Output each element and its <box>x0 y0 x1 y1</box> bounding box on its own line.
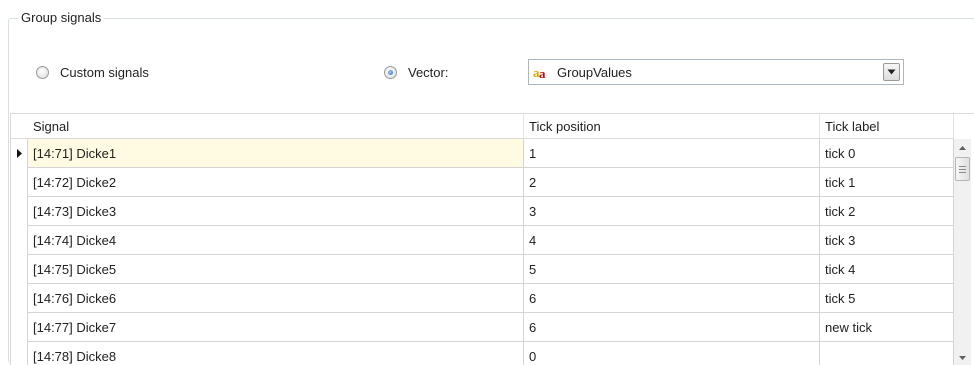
cell-signal[interactable]: [14:77] Dicke7 <box>28 313 524 342</box>
row-header[interactable] <box>11 342 28 365</box>
cell-tick-position[interactable]: 0 <box>524 342 820 365</box>
cell-tick-label[interactable] <box>820 342 954 365</box>
custom-signals-label: Custom signals <box>60 64 149 80</box>
signals-grid: Signal Tick position Tick label [14:71] … <box>10 113 974 365</box>
cell-signal[interactable]: [14:78] Dicke8 <box>28 342 524 365</box>
table-row[interactable]: [14:72] Dicke2 2 tick 1 <box>11 168 965 197</box>
column-header-signal[interactable]: Signal <box>28 114 524 139</box>
chevron-down-icon[interactable] <box>883 63 900 81</box>
vector-select-value: GroupValues <box>557 64 632 80</box>
table-row[interactable]: [14:74] Dicke4 4 tick 3 <box>11 226 965 255</box>
column-header-tick-position[interactable]: Tick position <box>524 114 820 139</box>
cell-signal[interactable]: [14:76] Dicke6 <box>28 284 524 313</box>
variable-icon: a a <box>533 64 549 80</box>
cell-tick-label[interactable]: tick 0 <box>820 139 954 168</box>
vector-radio[interactable]: Vector: <box>384 62 448 82</box>
cell-tick-label[interactable]: tick 4 <box>820 255 954 284</box>
cell-tick-label[interactable]: tick 3 <box>820 226 954 255</box>
cell-tick-position[interactable]: 5 <box>524 255 820 284</box>
row-header[interactable] <box>11 226 28 255</box>
cell-tick-position[interactable]: 4 <box>524 226 820 255</box>
scroll-thumb[interactable] <box>955 157 970 181</box>
cell-signal[interactable]: [14:74] Dicke4 <box>28 226 524 255</box>
table-row[interactable]: [14:73] Dicke3 3 tick 2 <box>11 197 965 226</box>
cell-tick-position[interactable]: 3 <box>524 197 820 226</box>
custom-signals-radio[interactable]: Custom signals <box>36 62 149 82</box>
cell-signal[interactable]: [14:71] Dicke1 <box>28 139 524 168</box>
table-row[interactable]: [14:75] Dicke5 5 tick 4 <box>11 255 965 284</box>
cell-signal[interactable]: [14:75] Dicke5 <box>28 255 524 284</box>
vector-label: Vector: <box>408 64 449 80</box>
current-row-icon <box>16 149 22 158</box>
vector-select[interactable]: a a GroupValues <box>528 59 904 85</box>
cell-tick-label[interactable]: tick 1 <box>820 168 954 197</box>
svg-text:a: a <box>539 66 546 80</box>
vector-radio-icon[interactable] <box>384 65 397 79</box>
table-row[interactable]: [14:77] Dicke7 6 new tick <box>11 313 965 342</box>
custom-signals-radio-icon[interactable] <box>36 65 49 79</box>
scroll-up-icon[interactable] <box>954 139 971 156</box>
cell-tick-position[interactable]: 6 <box>524 284 820 313</box>
row-header[interactable] <box>11 313 28 342</box>
cell-tick-position[interactable]: 1 <box>524 139 820 168</box>
row-header[interactable] <box>11 255 28 284</box>
cell-signal[interactable]: [14:73] Dicke3 <box>28 197 524 226</box>
vertical-scrollbar[interactable] <box>954 139 971 365</box>
row-header[interactable] <box>11 197 28 226</box>
group-signals-title: Group signals <box>18 10 105 25</box>
cell-signal[interactable]: [14:72] Dicke2 <box>28 168 524 197</box>
cell-tick-label[interactable]: tick 5 <box>820 284 954 313</box>
grid-header: Signal Tick position Tick label <box>11 114 954 139</box>
cell-tick-label[interactable]: new tick <box>820 313 954 342</box>
table-row[interactable]: [14:76] Dicke6 6 tick 5 <box>11 284 965 313</box>
row-header[interactable] <box>11 139 28 168</box>
column-header-tick-label[interactable]: Tick label <box>820 114 954 139</box>
table-row[interactable]: [14:78] Dicke8 0 <box>11 342 965 365</box>
cell-tick-position[interactable]: 2 <box>524 168 820 197</box>
table-row[interactable]: [14:71] Dicke1 1 tick 0 <box>11 139 965 168</box>
row-header[interactable] <box>11 284 28 313</box>
scroll-down-icon[interactable] <box>954 349 971 365</box>
cell-tick-position[interactable]: 6 <box>524 313 820 342</box>
row-header[interactable] <box>11 168 28 197</box>
cell-tick-label[interactable]: tick 2 <box>820 197 954 226</box>
